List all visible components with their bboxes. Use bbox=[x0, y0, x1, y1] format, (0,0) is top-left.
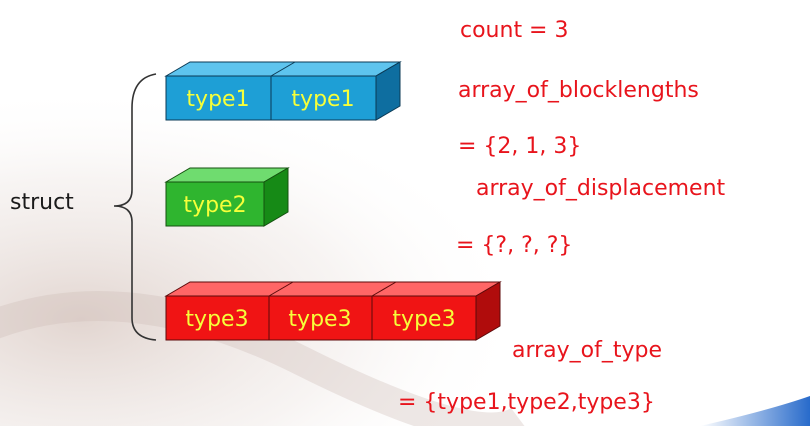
type1-block-label: type1 bbox=[291, 87, 354, 112]
type3-block-group: type3 type3 type3 bbox=[164, 281, 502, 341]
type1-block-label: type1 bbox=[186, 87, 249, 112]
displacement-value: = {?, ?, ?} bbox=[456, 233, 573, 258]
blocklengths-value: = {2, 1, 3} bbox=[458, 134, 582, 159]
type2-block-label: type2 bbox=[183, 193, 246, 218]
type2-block-group: type2 bbox=[164, 167, 290, 227]
struct-brace bbox=[113, 73, 157, 341]
type3-block-label: type3 bbox=[288, 307, 351, 332]
struct-diagram: type1 type1 type2 type3 type3 type3 bbox=[113, 61, 502, 341]
displacement-label: array_of_displacement bbox=[476, 176, 726, 201]
blocklengths-label: array_of_blocklengths bbox=[458, 78, 699, 103]
count-note: count = 3 bbox=[460, 18, 569, 43]
type-array-label: array_of_type bbox=[512, 338, 663, 363]
type3-block-label: type3 bbox=[392, 307, 455, 332]
struct-label: struct bbox=[10, 190, 74, 215]
type3-block-label: type3 bbox=[185, 307, 248, 332]
type1-block-group: type1 type1 bbox=[164, 61, 402, 121]
type-array-value: = {type1,type2,type3} bbox=[398, 390, 655, 415]
